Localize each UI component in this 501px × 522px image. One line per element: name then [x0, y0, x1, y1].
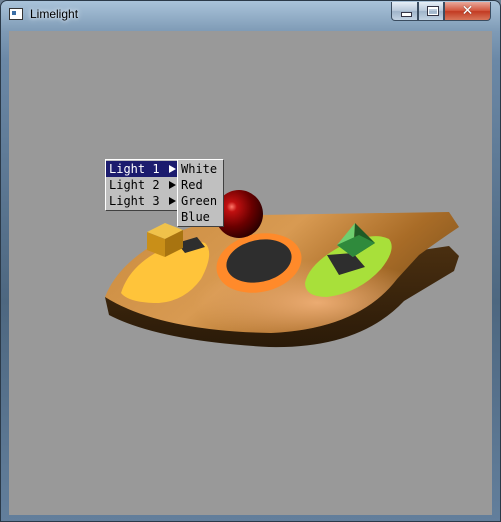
title-bar[interactable]: Limelight ✕ — [1, 1, 501, 30]
menu-item-light-3[interactable]: Light 3 — [106, 193, 178, 209]
minimize-icon — [401, 12, 412, 17]
submenu-arrow-icon — [169, 181, 176, 189]
color-submenu: White Red Green Blue — [177, 159, 224, 227]
close-icon: ✕ — [461, 3, 474, 19]
menu-item-light-2[interactable]: Light 2 — [106, 177, 178, 193]
3d-scene — [105, 190, 459, 348]
submenu-item-green[interactable]: Green — [178, 193, 223, 209]
submenu-arrow-icon — [169, 165, 176, 173]
menu-item-light-1[interactable]: Light 1 — [106, 161, 178, 177]
submenu-arrow-icon — [169, 197, 176, 205]
window-title: Limelight — [30, 7, 79, 21]
close-button[interactable]: ✕ — [444, 2, 491, 21]
submenu-item-red[interactable]: Red — [178, 177, 223, 193]
app-window-icon[interactable] — [9, 8, 23, 20]
submenu-item-white[interactable]: White — [178, 161, 223, 177]
submenu-item-blue[interactable]: Blue — [178, 209, 223, 225]
maximize-icon — [427, 6, 439, 16]
app-window: Limelight ✕ Light 1 Light 2 Light 3 Whit… — [0, 0, 501, 522]
light-menu: Light 1 Light 2 Light 3 — [105, 159, 179, 211]
maximize-button[interactable] — [418, 2, 444, 21]
opengl-viewport[interactable]: Light 1 Light 2 Light 3 White Red Green … — [9, 31, 492, 515]
minimize-button[interactable] — [391, 2, 418, 21]
